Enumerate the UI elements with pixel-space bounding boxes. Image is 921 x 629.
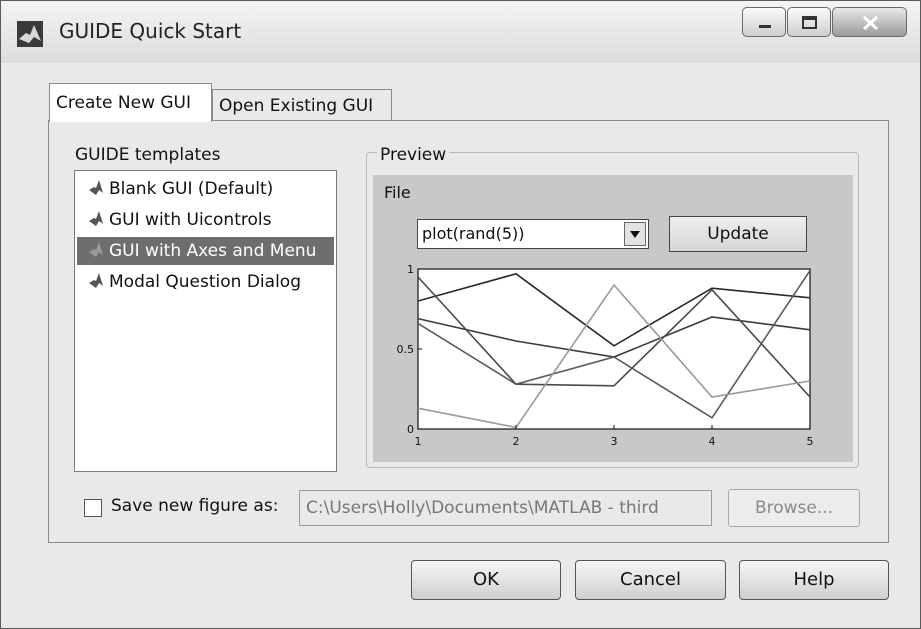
close-button[interactable] <box>832 7 907 37</box>
list-item-blank-gui[interactable]: Blank GUI (Default) <box>77 175 334 203</box>
ok-button[interactable]: OK <box>411 560 561 600</box>
minimize-button[interactable] <box>742 7 786 37</box>
list-item-gui-with-axes-and-menu[interactable]: GUI with Axes and Menu <box>77 237 334 265</box>
update-button[interactable]: Update <box>669 216 807 252</box>
maximize-icon <box>802 16 817 29</box>
window-title: GUIDE Quick Start <box>59 19 242 43</box>
chevron-down-icon <box>630 231 640 238</box>
list-item-label: Blank GUI (Default) <box>109 179 274 199</box>
maximize-button[interactable] <box>787 7 831 37</box>
matlab-icon <box>89 211 103 226</box>
list-item-gui-with-uicontrols[interactable]: GUI with Uicontrols <box>77 206 334 234</box>
dropdown-arrow-button[interactable] <box>624 222 646 246</box>
guide-quick-start-window: GUIDE Quick Start Create New GUI Open Ex… <box>0 0 921 629</box>
dropdown-value: plot(rand(5)) <box>422 224 525 243</box>
plot-type-dropdown[interactable]: plot(rand(5)) <box>417 219 649 249</box>
matlab-icon <box>89 180 103 195</box>
title-bar[interactable]: GUIDE Quick Start <box>1 1 920 63</box>
tab-create-new-gui[interactable]: Create New GUI <box>49 83 212 122</box>
cancel-button[interactable]: Cancel <box>575 560 726 600</box>
save-figure-checkbox[interactable] <box>84 499 102 517</box>
list-item-modal-question-dialog[interactable]: Modal Question Dialog <box>77 268 334 296</box>
matlab-icon <box>17 21 43 47</box>
matlab-icon <box>89 273 103 288</box>
list-item-label: GUI with Uicontrols <box>109 210 272 230</box>
close-icon <box>862 15 879 31</box>
templates-list[interactable]: Blank GUI (Default) GUI with Uicontrols … <box>74 170 337 472</box>
matlab-icon <box>89 242 103 257</box>
tab-open-existing-gui[interactable]: Open Existing GUI <box>212 89 392 121</box>
list-item-label: GUI with Axes and Menu <box>109 241 317 261</box>
help-button[interactable]: Help <box>739 560 889 600</box>
minimize-icon <box>759 25 771 28</box>
list-item-label: Modal Question Dialog <box>109 272 301 292</box>
